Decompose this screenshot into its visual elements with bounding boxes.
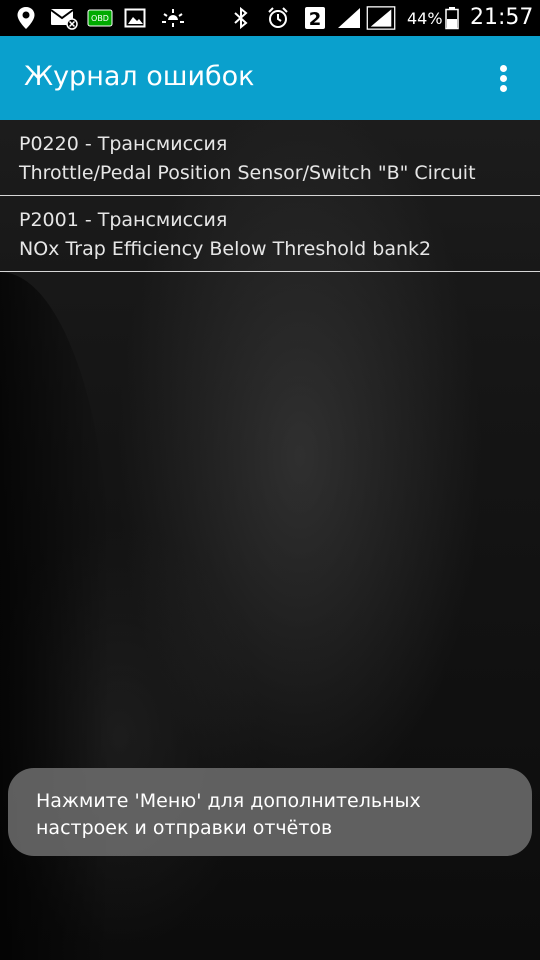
signal-icon-2 — [366, 6, 396, 30]
location-icon — [17, 7, 35, 29]
battery-icon — [445, 7, 459, 30]
menu-dot — [500, 85, 507, 92]
menu-dot — [500, 75, 507, 82]
brightness-icon — [162, 9, 184, 27]
error-code: P0220 - Трансмиссия — [19, 133, 228, 155]
more-vert-icon[interactable] — [486, 58, 522, 98]
toast-message: Нажмите 'Меню' для дополнительных настро… — [8, 768, 532, 856]
battery-percent: 44% — [407, 9, 443, 28]
image-icon — [124, 8, 146, 28]
clock: 21:57 — [470, 5, 534, 30]
signal-icon — [338, 8, 360, 28]
obd-icon: OBD — [87, 9, 113, 27]
error-description: NOx Trap Efficiency Below Threshold bank… — [19, 238, 432, 260]
error-list: P0220 - Трансмиссия Throttle/Pedal Posit… — [0, 120, 540, 272]
list-item[interactable]: P2001 - Трансмиссия NOx Trap Efficiency … — [0, 196, 540, 272]
page-title: Журнал ошибок — [24, 61, 255, 92]
status-bar: OBD 2 44% 21:57 — [0, 0, 540, 36]
alarm-icon — [268, 7, 288, 28]
bluetooth-icon — [234, 6, 248, 30]
toast-line-1: Нажмите 'Меню' для дополнительных — [36, 790, 421, 812]
svg-text:2: 2 — [309, 9, 322, 30]
menu-dot — [500, 65, 507, 72]
svg-text:OBD: OBD — [91, 14, 109, 23]
list-item[interactable]: P0220 - Трансмиссия Throttle/Pedal Posit… — [0, 120, 540, 196]
email-notification-icon — [50, 9, 78, 30]
toast-line-2: настроек и отправки отчётов — [36, 817, 333, 839]
app-bar: Журнал ошибок — [0, 36, 540, 120]
error-code: P2001 - Трансмиссия — [19, 209, 228, 231]
error-description: Throttle/Pedal Position Sensor/Switch "B… — [19, 162, 476, 184]
sim-2-icon: 2 — [305, 7, 325, 30]
